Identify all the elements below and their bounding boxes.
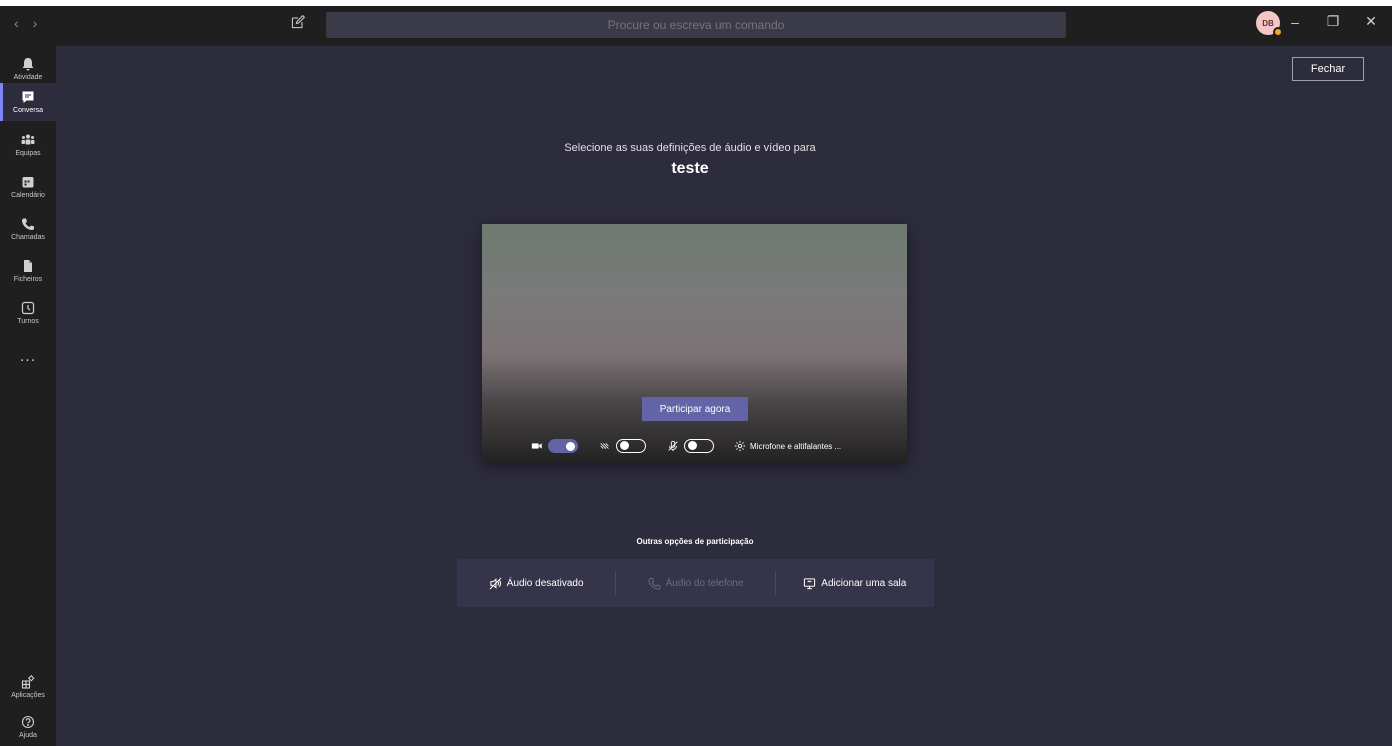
toggle-knob — [688, 441, 697, 450]
gear-icon — [734, 440, 746, 452]
back-arrow-icon[interactable]: ‹ — [14, 15, 19, 31]
device-settings-label: Microfone e altifalantes ... — [750, 441, 842, 451]
teams-icon — [21, 134, 35, 145]
device-settings-button[interactable]: Microfone e altifalantes ... — [734, 440, 841, 452]
option-label: Áudio do telefone — [665, 577, 744, 589]
rail-label: Conversa — [13, 107, 43, 114]
option-label: Adicionar uma sala — [821, 577, 907, 589]
new-chat-button[interactable] — [290, 14, 310, 34]
rail-label: Aplicações — [11, 692, 45, 699]
av-controls: Microfone e altifalantes ... — [530, 436, 841, 456]
forward-arrow-icon[interactable]: › — [33, 15, 38, 31]
file-icon — [24, 260, 32, 272]
more-apps-button[interactable]: ... — [0, 338, 56, 376]
chat-icon — [22, 91, 34, 103]
rail-label: Atividade — [13, 74, 43, 81]
nav-arrows: ‹ › — [14, 15, 37, 31]
calendar-icon — [22, 177, 34, 188]
rail-label: Turnos — [17, 318, 39, 325]
bell-icon — [22, 58, 34, 71]
rail-label: Chamadas — [11, 234, 45, 241]
rail-item-chamadas[interactable]: Chamadas — [0, 210, 56, 248]
other-options-heading: Outras opções de participação — [636, 537, 754, 546]
camera-toggle[interactable] — [548, 439, 578, 453]
more-icon: ... — [19, 348, 37, 365]
video-preview: Participar agora Microfone e altifalante… — [482, 224, 907, 462]
close-button[interactable]: Fechar — [1292, 57, 1364, 81]
join-now-button[interactable]: Participar agora — [642, 397, 748, 421]
rail-item-aplicacoes[interactable]: Aplicações — [0, 668, 56, 706]
rail-label: Calendário — [11, 192, 45, 199]
rail-label: Equipas — [15, 150, 41, 157]
maximize-icon[interactable]: ❐ — [1326, 13, 1340, 30]
rail-item-ficheiros[interactable]: Ficheiros — [0, 252, 56, 290]
toggle-knob — [620, 441, 629, 450]
background-blur-toggle[interactable] — [616, 439, 646, 453]
mic-off-icon — [666, 439, 680, 453]
other-options-bar: Áudio desativado Áudio do telefone Adici… — [457, 559, 934, 607]
room-icon — [804, 577, 816, 589]
camera-icon — [530, 439, 544, 453]
setup-subtitle: Selecione as suas definições de áudio e … — [564, 142, 816, 154]
status-away-badge — [1273, 27, 1283, 37]
phone-icon — [22, 218, 34, 230]
close-window-icon[interactable]: ✕ — [1364, 13, 1378, 30]
apps-icon — [21, 675, 35, 689]
clock-icon — [21, 301, 35, 315]
app-rail: Atividade Conversa Equipas Calendário Ch… — [0, 46, 56, 746]
meeting-title: teste — [671, 160, 709, 177]
audio-off-option[interactable]: Áudio desativado — [457, 559, 615, 607]
add-room-option[interactable]: Adicionar uma sala — [776, 559, 934, 607]
phone-audio-option: Áudio do telefone — [616, 559, 774, 607]
background-blur-icon — [598, 439, 612, 453]
title-bar: ‹ › DB – ❐ ✕ — [0, 0, 1392, 46]
speaker-off-icon — [489, 577, 502, 589]
rail-item-calendario[interactable]: Calendário — [0, 168, 56, 206]
option-label: Áudio desativado — [506, 577, 584, 589]
rail-item-turnos[interactable]: Turnos — [0, 294, 56, 332]
minimize-icon[interactable]: – — [1288, 14, 1302, 30]
compose-icon — [291, 14, 306, 29]
window-controls: – ❐ ✕ — [1288, 13, 1378, 30]
avatar[interactable]: DB — [1256, 11, 1283, 37]
rail-item-equipas[interactable]: Equipas — [0, 126, 56, 164]
toggle-knob — [566, 441, 575, 451]
rail-item-ajuda[interactable]: Ajuda — [0, 708, 56, 746]
phone-icon — [648, 577, 661, 590]
mic-toggle[interactable] — [684, 439, 714, 453]
avatar-initials: DB — [1262, 18, 1274, 28]
rail-label: Ajuda — [19, 732, 37, 739]
rail-label: Ficheiros — [13, 276, 43, 283]
help-icon — [21, 715, 35, 729]
rail-item-conversa[interactable]: Conversa — [0, 83, 56, 121]
search-input[interactable] — [326, 12, 1066, 38]
